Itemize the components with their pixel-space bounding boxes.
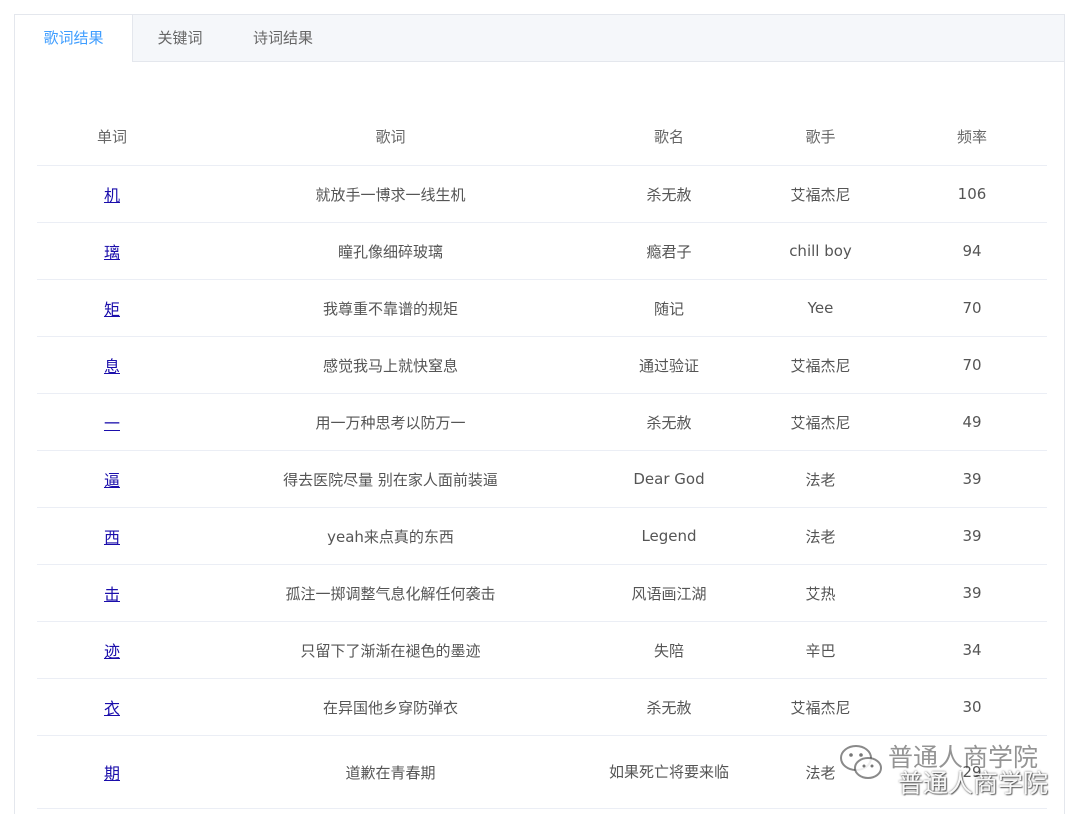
frequency-cell: 106 — [897, 165, 1047, 223]
song-cell: 杀无赦 — [594, 393, 744, 451]
frequency-cell: 30 — [897, 678, 1047, 736]
tab-poem-results[interactable]: 诗词结果 — [228, 15, 338, 62]
lyric-cell: yeah来点真的东西 — [187, 507, 594, 565]
song-cell: Legend — [594, 507, 744, 565]
table-row: 击 孤注一掷调整气息化解任何袭击 风语画江湖 艾热 39 — [37, 564, 1047, 622]
word-cell: 逼 — [37, 450, 187, 508]
header-frequency[interactable]: 频率 — [897, 108, 1047, 166]
song-cell: 随记 — [594, 279, 744, 337]
word-link[interactable]: 璃 — [104, 243, 120, 262]
table-row: 逼 得去医院尽量 别在家人面前装逼 Dear God 法老 39 — [37, 450, 1047, 508]
lyric-cell: 得去医院尽量 别在家人面前装逼 — [187, 450, 594, 508]
table-row: 衣 在异国他乡穿防弹衣 杀无赦 艾福杰尼 30 — [37, 678, 1047, 736]
header-singer[interactable]: 歌手 — [744, 108, 897, 166]
song-cell: 通过验证 — [594, 336, 744, 394]
song-cell: 失陪 — [594, 621, 744, 679]
tab-bar: 歌词结果 关键词 诗词结果 — [15, 15, 1064, 62]
frequency-cell: 29 — [897, 735, 1047, 809]
results-panel: 歌词结果 关键词 诗词结果 单词 歌词 歌名 歌手 频率 机 就放手一博求一线生… — [14, 14, 1065, 814]
singer-cell: 艾福杰尼 — [744, 336, 897, 394]
frequency-cell: 94 — [897, 222, 1047, 280]
lyric-cell: 用一万种思考以防万一 — [187, 393, 594, 451]
tab-lyric-results[interactable]: 歌词结果 — [15, 15, 133, 62]
singer-cell: 法老 — [744, 450, 897, 508]
frequency-cell: 34 — [897, 621, 1047, 679]
word-link[interactable]: 矩 — [104, 300, 120, 319]
word-link[interactable]: 机 — [104, 186, 120, 205]
word-cell: 衣 — [37, 678, 187, 736]
table-row: 矩 我尊重不靠谱的规矩 随记 Yee 70 — [37, 279, 1047, 337]
word-link[interactable]: 西 — [104, 528, 120, 547]
header-lyric[interactable]: 歌词 — [187, 108, 594, 166]
tab-keywords[interactable]: 关键词 — [132, 15, 228, 62]
header-word[interactable]: 单词 — [37, 108, 187, 166]
word-link[interactable]: 迹 — [104, 642, 120, 661]
word-cell: 一 — [37, 393, 187, 451]
singer-cell: 艾福杰尼 — [744, 678, 897, 736]
word-cell: 息 — [37, 336, 187, 394]
table-header-row: 单词 歌词 歌名 歌手 频率 — [37, 108, 1047, 166]
singer-cell: chill boy — [744, 222, 897, 280]
lyric-cell: 我尊重不靠谱的规矩 — [187, 279, 594, 337]
singer-cell: 艾福杰尼 — [744, 165, 897, 223]
singer-cell: 法老 — [744, 507, 897, 565]
song-cell: 风语画江湖 — [594, 564, 744, 622]
frequency-cell: 49 — [897, 393, 1047, 451]
word-link[interactable]: 期 — [104, 764, 120, 783]
table-row: 机 就放手一博求一线生机 杀无赦 艾福杰尼 106 — [37, 165, 1047, 223]
song-name-text: 如果死亡将要来临 — [608, 763, 729, 781]
word-cell: 期 — [37, 735, 187, 809]
song-cell: 杀无赦 — [594, 678, 744, 736]
results-table: 单词 歌词 歌名 歌手 频率 机 就放手一博求一线生机 杀无赦 艾福杰尼 106… — [37, 108, 1047, 809]
lyric-cell: 道歉在青春期 — [187, 735, 594, 809]
word-link[interactable]: 息 — [104, 357, 120, 376]
header-song[interactable]: 歌名 — [594, 108, 744, 166]
word-cell: 矩 — [37, 279, 187, 337]
table-row: 一 用一万种思考以防万一 杀无赦 艾福杰尼 49 — [37, 393, 1047, 451]
word-link[interactable]: 衣 — [104, 699, 120, 718]
table-row: 期 道歉在青春期 如果死亡将要来临 法老 29 — [37, 735, 1047, 809]
song-cell: 瘾君子 — [594, 222, 744, 280]
lyric-cell: 孤注一掷调整气息化解任何袭击 — [187, 564, 594, 622]
word-link[interactable]: 击 — [104, 585, 120, 604]
singer-cell: 艾热 — [744, 564, 897, 622]
song-cell: Dear God — [594, 450, 744, 508]
word-cell: 西 — [37, 507, 187, 565]
word-cell: 璃 — [37, 222, 187, 280]
frequency-cell: 39 — [897, 450, 1047, 508]
lyric-cell: 感觉我马上就快窒息 — [187, 336, 594, 394]
frequency-cell: 39 — [897, 564, 1047, 622]
lyric-cell: 在异国他乡穿防弹衣 — [187, 678, 594, 736]
singer-cell: 辛巴 — [744, 621, 897, 679]
singer-cell: Yee — [744, 279, 897, 337]
lyric-cell: 瞳孔像细碎玻璃 — [187, 222, 594, 280]
singer-cell: 法老 — [744, 735, 897, 809]
table-row: 息 感觉我马上就快窒息 通过验证 艾福杰尼 70 — [37, 336, 1047, 394]
lyric-cell: 只留下了渐渐在褪色的墨迹 — [187, 621, 594, 679]
table-row: 璃 瞳孔像细碎玻璃 瘾君子 chill boy 94 — [37, 222, 1047, 280]
word-link[interactable]: 逼 — [104, 471, 120, 490]
word-cell: 迹 — [37, 621, 187, 679]
word-cell: 击 — [37, 564, 187, 622]
table-row: 迹 只留下了渐渐在褪色的墨迹 失陪 辛巴 34 — [37, 621, 1047, 679]
table-row: 西 yeah来点真的东西 Legend 法老 39 — [37, 507, 1047, 565]
frequency-cell: 39 — [897, 507, 1047, 565]
song-cell: 如果死亡将要来临 — [594, 735, 744, 809]
frequency-cell: 70 — [897, 279, 1047, 337]
word-cell: 机 — [37, 165, 187, 223]
singer-cell: 艾福杰尼 — [744, 393, 897, 451]
frequency-cell: 70 — [897, 336, 1047, 394]
word-link[interactable]: 一 — [104, 414, 120, 433]
song-cell: 杀无赦 — [594, 165, 744, 223]
lyric-cell: 就放手一博求一线生机 — [187, 165, 594, 223]
